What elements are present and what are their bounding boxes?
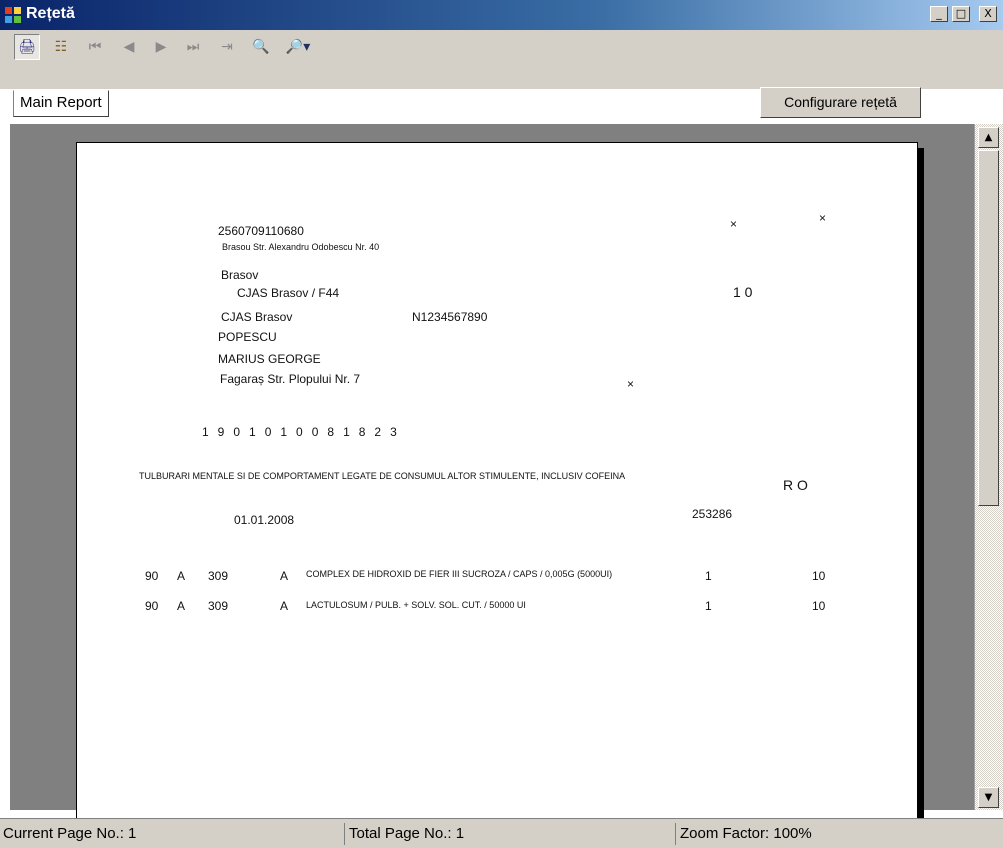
item-col2: A — [177, 569, 186, 583]
patient-address-field: Fagaraș Str. Plopului Nr. 7 — [220, 372, 361, 386]
firstname-field: MARIUS GEORGE — [218, 352, 321, 366]
date-field: 01.01.2008 — [234, 513, 295, 527]
item-col2: A — [177, 599, 186, 613]
item-col4: A — [280, 599, 289, 613]
tree-view-icon[interactable]: ☷ — [48, 34, 74, 60]
item-col1: 90 — [145, 569, 159, 583]
item-col4: A — [280, 569, 289, 583]
mark-x: × — [730, 217, 738, 231]
app-grid-icon — [5, 7, 21, 23]
window-title: Rețetă — [26, 5, 75, 22]
cjas-name-field: CJAS Brasov — [221, 310, 293, 324]
item-col1: 90 — [145, 599, 159, 613]
scroll-thumb[interactable] — [978, 150, 999, 506]
cjas-field: CJAS Brasov / F44 — [237, 286, 340, 300]
zoom-icon[interactable]: 🔎▾ — [280, 34, 316, 60]
report-page: 2560709110680 Brasou Str. Alexandru Odob… — [76, 142, 918, 824]
tab-main-report[interactable]: Main Report — [13, 90, 109, 117]
minimize-button[interactable]: _ — [930, 6, 948, 22]
status-bar: Current Page No.: 1 Total Page No.: 1 Zo… — [0, 818, 1003, 848]
days-field: 1 0 — [733, 284, 753, 300]
last-page-icon[interactable]: ⏭ — [180, 34, 206, 60]
number-field: 253286 — [692, 507, 733, 521]
export-icon[interactable]: ⇥ — [214, 34, 240, 60]
diagnosis-field: TULBURARI MENTALE SI DE COMPORTAMENT LEG… — [139, 471, 626, 481]
item-days: 10 — [812, 569, 826, 583]
country-field: R O — [783, 477, 808, 493]
id-number-field: 1901010081823 — [202, 425, 406, 439]
first-page-icon[interactable]: ⏮ — [82, 34, 108, 60]
scroll-up-icon[interactable]: ▲ — [978, 127, 999, 148]
lastname-field: POPESCU — [218, 330, 277, 344]
item-qty: 1 — [705, 599, 712, 613]
cnp-field: 2560709110680 — [218, 224, 304, 238]
configure-prescription-button[interactable]: Configurare rețetă — [760, 87, 921, 118]
title-bar: Rețetă — [0, 0, 1003, 30]
item-drug: LACTULOSUM / PULB. + SOLV. SOL. CUT. / 5… — [306, 600, 526, 610]
next-page-icon[interactable]: ▶ — [148, 34, 174, 60]
item-col3: 309 — [208, 599, 229, 613]
scroll-down-icon[interactable]: ▼ — [978, 787, 999, 808]
mark-x: × — [627, 377, 635, 391]
mark-x: × — [819, 211, 827, 225]
item-drug: COMPLEX DE HIDROXID DE FIER III SUCROZA … — [306, 569, 613, 579]
current-page-status: Current Page No.: 1 — [3, 825, 137, 842]
toolbar: 🖨 ☷ ⏮ ◀ ▶ ⏭ ⇥ 🔍 🔎▾ Main Report Configura… — [0, 30, 1003, 118]
city-field: Brasov — [221, 268, 259, 282]
item-days: 10 — [812, 599, 826, 613]
print-icon[interactable]: 🖨 — [14, 34, 40, 60]
close-button[interactable]: X — [979, 6, 997, 22]
item-col3: 309 — [208, 569, 229, 583]
code-field: N1234567890 — [412, 310, 488, 324]
page-shadow — [918, 148, 924, 822]
search-icon[interactable]: 🔍 — [248, 34, 274, 60]
item-qty: 1 — [705, 569, 712, 583]
address-field: Brasou Str. Alexandru Odobescu Nr. 40 — [222, 242, 380, 252]
maximize-button[interactable]: □ — [952, 6, 970, 22]
previous-page-icon[interactable]: ◀ — [116, 34, 142, 60]
total-page-status: Total Page No.: 1 — [344, 823, 464, 845]
zoom-factor-status: Zoom Factor: 100% — [675, 823, 812, 845]
